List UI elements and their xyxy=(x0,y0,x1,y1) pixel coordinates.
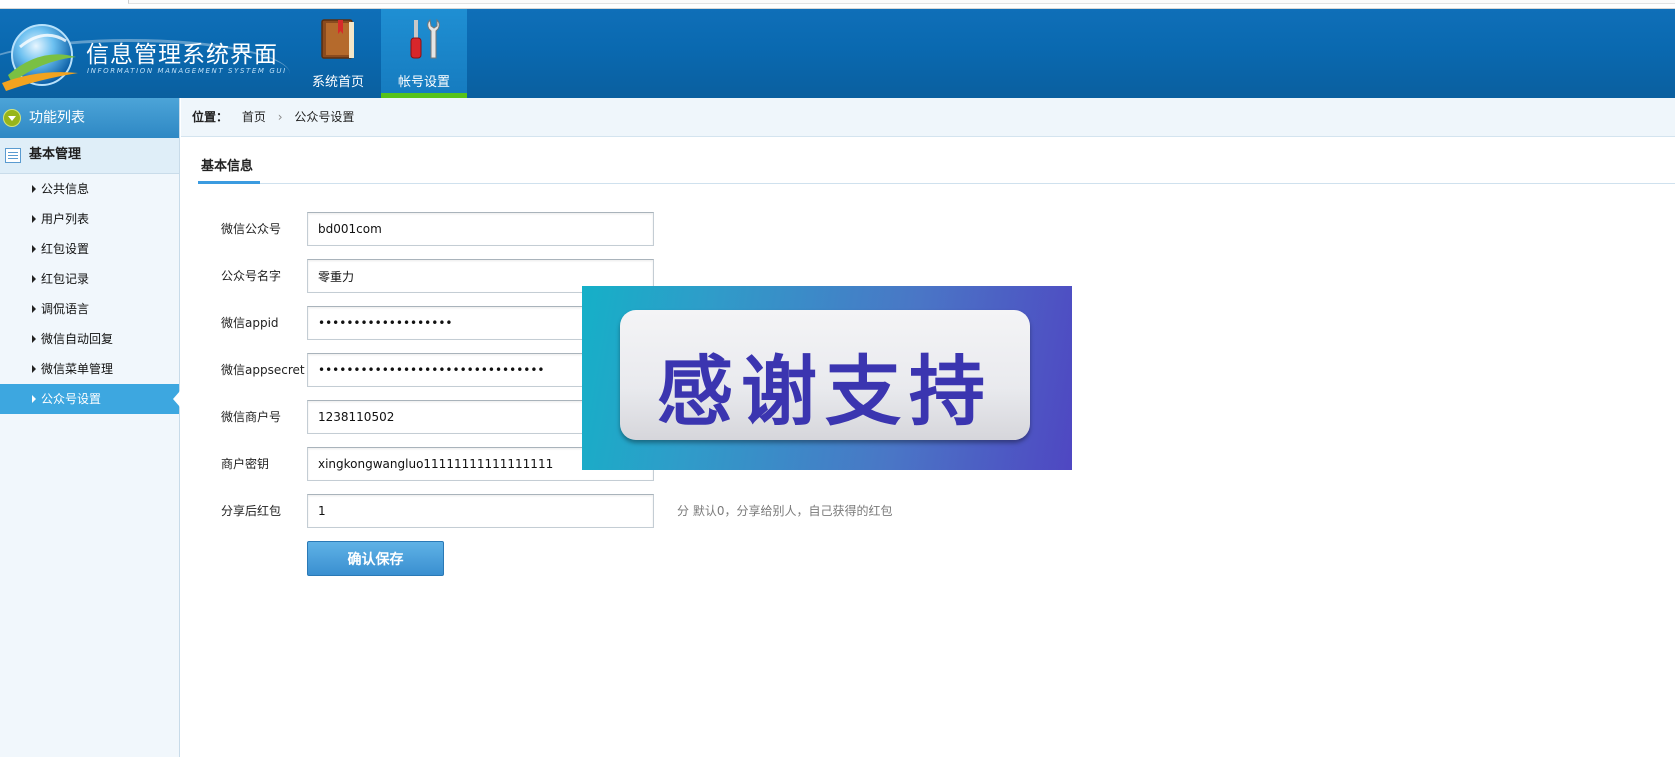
breadcrumb-current: 公众号设置 xyxy=(294,110,355,124)
caret-right-icon xyxy=(32,365,36,373)
sidebar-item-label: 红包设置 xyxy=(41,242,90,256)
chevron-down-icon xyxy=(3,109,21,127)
app-subtitle: INFORMATION MANAGEMENT SYSTEM GUI xyxy=(87,67,287,75)
book-icon xyxy=(321,19,354,59)
nav-label: 帐号设置 xyxy=(397,75,450,90)
sidebar-header[interactable]: 功能列表 xyxy=(0,98,179,138)
nav-label: 系统首页 xyxy=(311,75,364,90)
sidebar-item-label: 红包记录 xyxy=(41,272,90,286)
sidebar-item-user-list[interactable]: 用户列表 xyxy=(0,204,179,234)
app-header: 信息管理系统界面 INFORMATION MANAGEMENT SYSTEM G… xyxy=(0,9,1675,98)
save-button[interactable]: 确认保存 xyxy=(307,541,444,576)
caret-right-icon xyxy=(32,185,36,193)
thanks-overlay-banner: 感谢支持 xyxy=(582,286,1072,470)
field-label: 微信appsecret xyxy=(221,363,305,377)
sidebar-item-label: 调侃语言 xyxy=(41,302,90,316)
tab-basic-info[interactable]: 基本信息 xyxy=(198,151,260,184)
nav-account-settings[interactable]: 帐号设置 xyxy=(381,9,467,98)
caret-right-icon xyxy=(32,335,36,343)
browser-top-strip xyxy=(0,0,1675,9)
thanks-text: 感谢支持 xyxy=(657,347,993,436)
sidebar-item-label: 公共信息 xyxy=(41,182,90,196)
thanks-plate: 感谢支持 xyxy=(620,310,1030,440)
caret-right-icon xyxy=(32,275,36,283)
caret-right-icon xyxy=(32,305,36,313)
list-icon xyxy=(5,148,21,163)
tools-icon xyxy=(410,18,440,59)
field-label: 分享后红包 xyxy=(221,504,282,518)
breadcrumb-position-label: 位置： xyxy=(192,110,229,124)
field-label: 微信appid xyxy=(221,316,279,330)
field-label: 商户密钥 xyxy=(221,457,270,471)
caret-right-icon xyxy=(32,245,36,253)
field-label: 微信商户号 xyxy=(221,410,282,424)
sidebar-item-redpacket-settings[interactable]: 红包设置 xyxy=(0,234,179,264)
wechat-account-input[interactable] xyxy=(307,212,654,246)
sidebar-item-redpacket-records[interactable]: 红包记录 xyxy=(0,264,179,294)
sidebar-item-label: 用户列表 xyxy=(41,212,90,226)
sidebar-item-account-settings[interactable]: 公众号设置 xyxy=(0,384,180,414)
nav-system-home[interactable]: 系统首页 xyxy=(295,9,381,98)
breadcrumb-separator-icon: › xyxy=(277,110,283,124)
sidebar-section-basic[interactable]: 基本管理 xyxy=(0,138,179,174)
sidebar-item-label: 微信菜单管理 xyxy=(41,362,114,376)
sidebar-item-public-info[interactable]: 公共信息 xyxy=(0,174,179,204)
caret-right-icon xyxy=(32,395,36,403)
sidebar-item-wechat-auto-reply[interactable]: 微信自动回复 xyxy=(0,324,179,354)
sidebar-item-wechat-menu[interactable]: 微信菜单管理 xyxy=(0,354,179,384)
tab-bar: 基本信息 xyxy=(198,151,1675,184)
sidebar-item-label: 公众号设置 xyxy=(41,392,102,406)
share-redpacket-input[interactable] xyxy=(307,494,654,528)
breadcrumb: 位置： 首页 › 公众号设置 xyxy=(181,98,1675,137)
browser-address-edge xyxy=(128,0,1675,4)
share-redpacket-hint: 分 默认0，分享给别人，自己获得的红包 xyxy=(677,504,893,518)
breadcrumb-home-link[interactable]: 首页 xyxy=(242,110,266,124)
sidebar-section-label: 基本管理 xyxy=(29,147,82,162)
field-label: 公众号名字 xyxy=(221,269,282,283)
sidebar-header-label: 功能列表 xyxy=(29,110,85,126)
field-label: 微信公众号 xyxy=(221,222,282,236)
sidebar: 功能列表 基本管理 公共信息 用户列表 红包设置 红包记录 调侃语言 微信自动回… xyxy=(0,98,180,757)
caret-right-icon xyxy=(32,215,36,223)
globe-logo-icon xyxy=(2,24,78,91)
sidebar-item-teasing-language[interactable]: 调侃语言 xyxy=(0,294,179,324)
sidebar-item-label: 微信自动回复 xyxy=(41,332,114,346)
app-title: 信息管理系统界面 xyxy=(86,42,278,68)
